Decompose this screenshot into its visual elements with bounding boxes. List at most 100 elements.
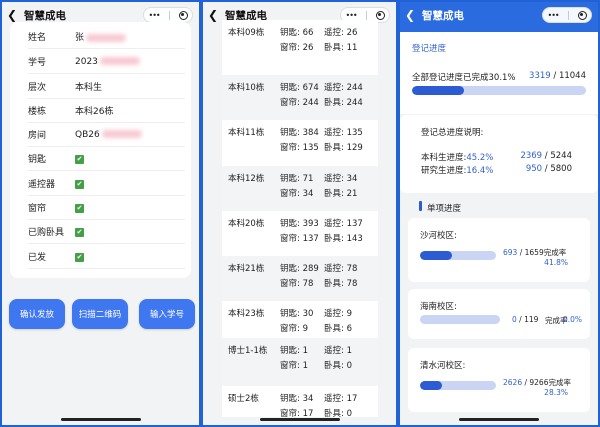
info-row: 遥控器 ✔ [28,172,185,196]
key-count: 钥匙: 384 [280,128,319,138]
more-dots-icon[interactable]: ••• [345,11,357,20]
curtain-count: 窗帘: 135 [280,143,319,153]
check-box-icon: ✔ [75,227,84,237]
bedding-count: 卧具: 129 [324,143,363,153]
campus-progress-card: 清水河校区: 2626 / 9266完成率 28.3% [408,348,590,412]
info-value-text: 本科26栋 [75,107,114,117]
overall-progress-fill [412,86,465,95]
overall-progress-count: 3319 / 11044 [529,71,586,81]
scan-qr-button[interactable]: 扫描二维码 [72,299,128,329]
info-value: QB26 [75,130,185,140]
info-row: 学号 2023 [28,50,185,74]
info-value: ✔ [75,179,185,189]
chevron-left-icon[interactable]: ❮ [400,8,420,22]
remote-count: 遥控: 137 [324,219,363,229]
check-box-icon: ✔ [75,203,84,213]
capsule-divider [567,10,569,20]
record-icon[interactable] [577,10,587,20]
key-count: 钥匙: 1 [280,346,308,356]
building-row[interactable]: 本科12栋 钥匙: 71 遥控: 34 窗帘: 34 卧具: 21 [222,166,378,211]
campus-progress-card: 海南校区: 0 / 119 完成率 0.0% [408,289,590,339]
info-value: 张 [75,30,185,43]
phone-student-info: ❮ 智慧成电 ••• 姓名 张学号 2023 层次 本科生 楼栋 本科26栋 房间 QB26 钥匙… [2,2,199,425]
enter-student-id-button[interactable]: 输入学号 [139,299,195,329]
remote-count: 遥控: 244 [324,83,363,93]
info-row: 窗帘 ✔ [28,196,185,220]
building-list[interactable]: 本科09栋 钥匙: 66 遥控: 26 窗帘: 26 卧具: 11 本科10栋 钥匙: 67… [222,20,378,419]
remote-count: 遥控: 34 [324,174,358,184]
building-row[interactable]: 本科09栋 钥匙: 66 遥控: 26 窗帘: 26 卧具: 11 [222,20,378,68]
info-row: 楼栋 本科26栋 [28,99,185,123]
key-count: 钥匙: 393 [280,219,319,229]
check-box-icon: ✔ [75,179,84,189]
info-value: ✔ [75,252,185,262]
bedding-count: 卧具: 6 [324,324,352,334]
campus-progress-fill [420,251,452,260]
key-count: 钥匙: 674 [280,83,319,93]
info-value: 2023 [75,57,185,67]
check-box-icon: ✔ [75,252,84,262]
curtain-count: 窗帘: 26 [280,43,314,53]
building-name: 博士1-1栋 [228,346,268,356]
building-row[interactable]: 本科20栋 钥匙: 393 遥控: 137 窗帘: 137 卧具: 143 [222,211,378,256]
building-name: 本科11栋 [228,128,265,138]
info-label: 已发 [28,253,47,263]
building-name: 本科10栋 [228,83,265,93]
grad-progress-label: 研究生进度:16.4% [421,166,494,176]
key-count: 钥匙: 30 [280,309,314,319]
info-value: ✔ [75,227,185,237]
info-label: 钥匙 [28,155,47,165]
info-row: 钥匙 ✔ [28,147,185,171]
grad-progress-count: 950 / 5800 [525,164,572,174]
info-row: 姓名 张 [28,25,185,49]
progress-heading: 登记进度 [412,44,447,54]
record-icon[interactable] [375,10,385,20]
app-title: 智慧成电 [24,9,66,22]
nav-bar: ❮ 智慧成电 ••• [400,2,598,28]
info-value: 本科生 [75,80,185,93]
overall-progress-bar [412,86,586,95]
building-name: 本科20栋 [228,219,265,229]
chevron-left-icon[interactable]: ❮ [2,8,22,22]
building-row[interactable]: 博士1-1栋 钥匙: 1 遥控: 1 窗帘: 1 卧具: 0 [222,338,378,386]
building-name: 本科12栋 [228,174,265,184]
record-icon[interactable] [178,10,188,20]
info-value-text: 本科生 [75,83,103,93]
bedding-count: 卧具: 143 [324,234,363,244]
building-row[interactable]: 本科11栋 钥匙: 384 遥控: 135 窗帘: 135 卧具: 129 [222,120,378,166]
building-row[interactable]: 本科23栋 钥匙: 30 遥控: 9 窗帘: 9 卧具: 6 [222,301,378,338]
building-name: 本科21栋 [228,264,265,274]
undergrad-progress-label: 本科生进度:45.2% [421,153,494,163]
home-indicator [459,418,539,421]
campus-progress-fill [420,381,442,390]
more-dots-icon[interactable]: ••• [148,11,160,20]
capsule-divider [168,10,170,20]
overall-progress-label: 全部登记进度已完成30.1% [412,73,516,83]
check-box-icon: ✔ [75,154,84,164]
remote-count: 遥控: 78 [324,264,358,274]
campus-count: 693 / 1659完成率 [503,248,567,257]
key-count: 钥匙: 71 [280,174,314,184]
info-value: 本科26栋 [75,104,185,117]
section-title: 单项进度 [427,204,462,214]
campus-progress-bar [420,251,496,260]
campus-rate: 0.0% [562,315,582,324]
remote-count: 遥控: 9 [324,309,352,319]
building-row[interactable]: 本科10栋 钥匙: 674 遥控: 244 窗帘: 244 卧具: 244 [222,75,378,120]
info-label: 楼栋 [28,107,47,117]
confirm-issue-button[interactable]: 确认发放 [9,299,65,329]
info-value: ✔ [75,154,185,164]
building-row[interactable]: 本科21栋 钥匙: 289 遥控: 78 窗帘: 78 卧具: 78 [222,256,378,301]
more-dots-icon[interactable]: ••• [547,11,559,20]
phone-progress: ❮ 智慧成电 ••• 登记进度 全部登记进度已完成30.1% 3319 / 11… [400,2,598,425]
progress-description-card: 登记总进度说明: 本科生进度:45.2% 2369 / 5244 研究生进度:1… [400,115,598,193]
chevron-left-icon[interactable]: ❮ [203,8,223,22]
app-title: 智慧成电 [422,9,464,22]
rate-label: 完成率 [543,248,567,257]
info-value-text: 张 [75,33,85,43]
info-value-text: 2023 [75,56,98,67]
info-label: 已购卧具 [28,228,65,238]
campus-count: 2626 / 9266完成率 [503,378,571,387]
building-name: 本科23栋 [228,309,265,319]
remote-count: 遥控: 17 [324,394,358,404]
